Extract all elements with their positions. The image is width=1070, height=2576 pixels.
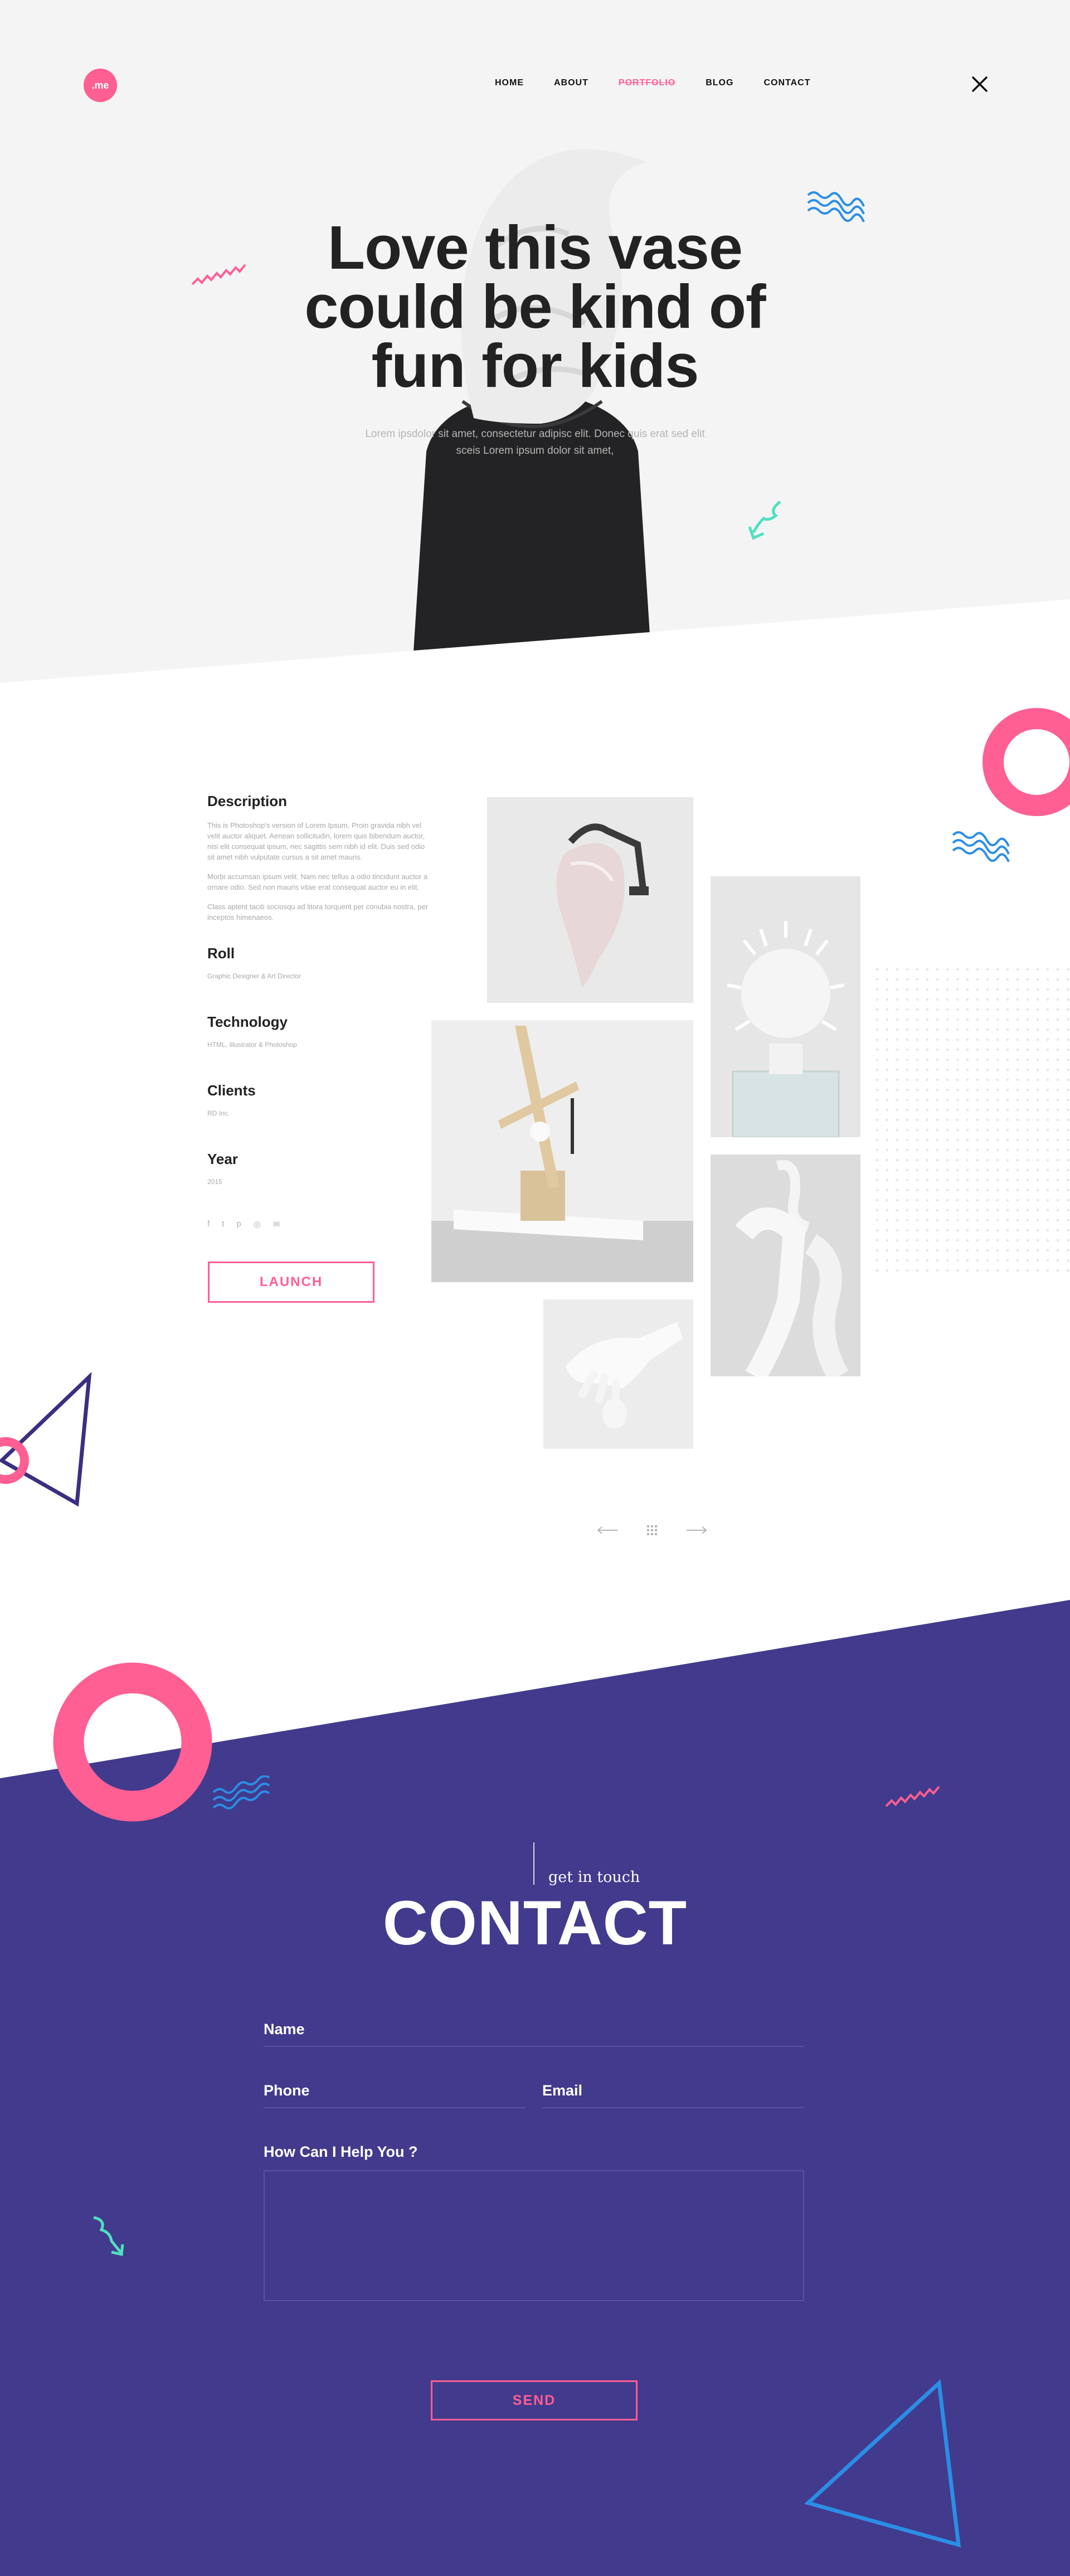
description-paragraph: This is Photoshop's version of Lorem Ips… — [207, 821, 425, 861]
roll-heading: Roll — [207, 945, 235, 962]
wave-blue-decoration — [212, 1775, 270, 1809]
hero-section: .me HOME ABOUT PORTFOLIO BLOG CONTACT Lo… — [0, 0, 1070, 683]
logo-text[interactable]: .me — [91, 80, 109, 91]
hero-title-line: fun for kids — [371, 332, 699, 400]
social-links: f t p ◎ ✉ — [207, 1219, 430, 1229]
portfolio-pager — [596, 1525, 708, 1536]
name-field[interactable] — [264, 2046, 804, 2047]
nav-portfolio[interactable]: PORTFOLIO — [619, 78, 675, 88]
arrow-left-icon[interactable] — [596, 1526, 619, 1535]
clients-heading: Clients — [207, 1082, 256, 1099]
zigzag-pink-decoration — [191, 264, 246, 285]
description-paragraph: Class aptent taciti sociosqu ad litora t… — [207, 903, 429, 921]
clients-value: RD Inc. — [207, 1109, 230, 1117]
nav-contact[interactable]: CONTACT — [763, 78, 810, 88]
wave-blue-decoration — [952, 831, 1010, 862]
email-field[interactable] — [542, 2107, 804, 2108]
nav-blog[interactable]: BLOG — [706, 78, 733, 88]
year-value: 2015 — [207, 1178, 222, 1186]
name-label: Name — [264, 2021, 305, 2037]
facebook-icon[interactable]: f — [207, 1219, 210, 1229]
face-hands-image[interactable] — [711, 1154, 860, 1376]
phone-field[interactable] — [264, 2107, 526, 2108]
vase-clamp-image[interactable] — [487, 797, 693, 1003]
contact-divider — [533, 1842, 534, 1885]
instagram-icon[interactable]: ◎ — [254, 1219, 261, 1229]
hero-subtitle-line: sceis Lorem ipsum dolor sit amet, — [456, 445, 614, 457]
roll-value: Graphic Designer & Art Director — [207, 972, 301, 980]
launch-button[interactable]: LAUNCH — [208, 1262, 374, 1303]
wood-sculpture-image[interactable] — [431, 1020, 693, 1282]
grid-icon[interactable] — [646, 1525, 658, 1536]
main-nav: HOME ABOUT PORTFOLIO BLOG CONTACT — [495, 78, 810, 88]
description-heading: Description — [207, 793, 288, 809]
description-paragraph: Morbi accumsan ipsum velit. Nam nec tell… — [207, 872, 428, 891]
ring-pink-decoration — [983, 708, 1070, 816]
message-textarea[interactable] — [264, 2170, 804, 2301]
pinterest-icon[interactable]: p — [236, 1219, 241, 1229]
project-details: Description This is Photoshop's version … — [207, 793, 430, 1229]
phone-label: Phone — [264, 2082, 310, 2099]
year-heading: Year — [207, 1151, 238, 1167]
hero-subtitle: Lorem ipsdolor sit amet, consectetur adi… — [312, 426, 758, 459]
send-button[interactable]: SEND — [431, 2380, 638, 2420]
logo[interactable]: .me — [84, 69, 117, 102]
hero-title-line: Love this vase — [327, 214, 743, 282]
hero-title-line: could be kind of — [304, 273, 766, 341]
triangle-blue-decoration — [804, 2379, 961, 2548]
arrow-right-icon[interactable] — [685, 1526, 708, 1535]
twitter-icon[interactable]: t — [222, 1219, 224, 1229]
hand-egg-image[interactable] — [543, 1299, 693, 1449]
dot-grid-decoration — [872, 964, 1070, 1277]
contact-title: CONTACT — [382, 1888, 688, 1958]
ring-pink-decoration — [53, 1662, 212, 1822]
wave-blue-decoration — [807, 191, 865, 222]
hero-subtitle-line: Lorem ipsdolor sit amet, consectetur adi… — [365, 428, 705, 440]
squiggle-arrow-teal-decoration — [748, 501, 781, 540]
hero-title: Love this vase could be kind of fun for … — [256, 214, 814, 400]
squiggle-arrow-teal-decoration — [93, 2216, 124, 2257]
email-label: Email — [542, 2082, 583, 2099]
nav-about[interactable]: ABOUT — [554, 78, 588, 88]
nav-home[interactable]: HOME — [495, 78, 524, 88]
message-label: How Can I Help You ? — [264, 2143, 418, 2160]
spiky-bust-image[interactable] — [711, 876, 860, 1137]
zigzag-pink-decoration — [885, 1786, 940, 1807]
triangle-purple-decoration — [0, 1371, 92, 1507]
close-icon[interactable] — [971, 76, 988, 93]
technology-value: HTML, Illustrator & Photoshop — [207, 1041, 297, 1049]
mail-icon[interactable]: ✉ — [273, 1219, 280, 1229]
technology-heading: Technology — [207, 1013, 288, 1030]
contact-subtitle: get in touch — [548, 1869, 640, 1886]
